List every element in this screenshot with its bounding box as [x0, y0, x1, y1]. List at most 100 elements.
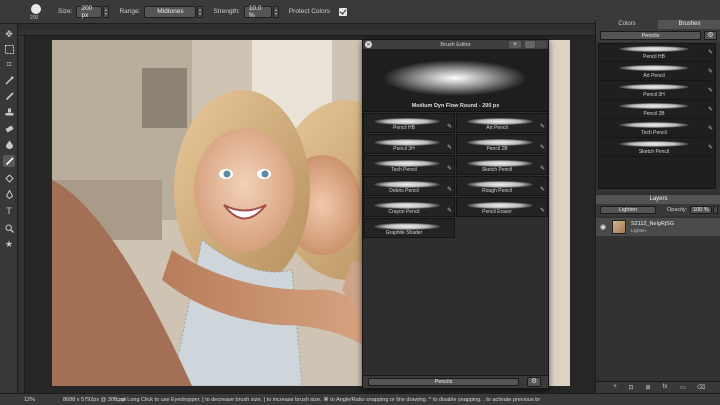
brush-tile-art-pencil[interactable]: Art Pencil ✎: [456, 113, 548, 133]
list-item[interactable]: Pencil 3H ✎: [599, 82, 715, 100]
layer-options: Lighten Opacity: 100 %: [596, 204, 720, 216]
top-ruler: [19, 30, 595, 36]
group-icon[interactable]: ⊡: [626, 384, 636, 391]
edit-pen-icon: ✎: [539, 187, 545, 193]
size-stepper[interactable]: [103, 5, 110, 18]
edit-pen-icon: ✎: [446, 166, 452, 172]
list-item[interactable]: Sketch Pencil ✎: [599, 139, 715, 157]
opacity-field[interactable]: 100 %: [690, 206, 712, 214]
edit-pen-icon: ✎: [446, 187, 452, 193]
brush-preview: Medium Dyn Flow Round - 200 px: [363, 50, 548, 112]
edit-pen-icon: ✎: [539, 145, 545, 151]
gear-icon[interactable]: ⚙: [527, 377, 541, 387]
mask-icon[interactable]: ⊞: [643, 384, 653, 391]
brush-tile-pencil-3h[interactable]: Pencil 3H ✎: [363, 134, 455, 154]
stamp-icon[interactable]: [3, 106, 15, 118]
list-item[interactable]: Pencil 2B ✎: [599, 101, 715, 119]
list-item[interactable]: Art Pencil ✎: [599, 63, 715, 81]
eraser-icon[interactable]: [3, 122, 15, 134]
list-view-icon[interactable]: [536, 41, 546, 48]
add-brush-button[interactable]: +: [509, 41, 521, 48]
brush-set-select[interactable]: Pencils: [368, 378, 519, 386]
layer-mode: Lighten: [631, 228, 646, 233]
brush-tile-pencil-2b[interactable]: Pencil 2B ✎: [456, 134, 548, 154]
edit-pen-icon: ✎: [707, 88, 713, 94]
close-icon[interactable]: ✕: [365, 41, 372, 48]
blur-icon[interactable]: [3, 138, 15, 150]
zoom-level[interactable]: 12%: [24, 397, 35, 403]
opacity-label: Opacity:: [667, 207, 688, 213]
range-stepper[interactable]: [197, 5, 204, 18]
brush-editor-panel: ✕ Brush Editor + Medium Dyn Flow Round -…: [362, 39, 549, 389]
brush-tile-pencil-hb[interactable]: Pencil HB ✎: [363, 113, 455, 133]
list-item[interactable]: Pencil HB ✎: [599, 44, 715, 62]
crop-icon[interactable]: ⌗: [3, 58, 15, 70]
move-icon[interactable]: ✥: [3, 28, 15, 40]
brush-grid: Pencil HB ✎ Art Pencil ✎ Pencil 3H ✎ Pencil…: [363, 113, 548, 238]
brush-tile-crayon-pencil[interactable]: Crayon Pencil ✎: [363, 197, 455, 217]
brush-editor-title: Brush Editor: [440, 41, 471, 48]
brush-preset-picker[interactable]: 200: [28, 3, 48, 21]
tab-layers[interactable]: Layers: [596, 195, 720, 204]
strength-stepper[interactable]: [272, 5, 279, 18]
brush-size-number: 200: [30, 14, 39, 21]
brush-tip-icon: [31, 3, 41, 14]
list-item[interactable]: Tech Pencil ✎: [599, 120, 715, 138]
brush-preset-bar: Pencils ⚙: [596, 29, 720, 42]
adjustment-icon[interactable]: ▭: [678, 384, 688, 391]
text-icon[interactable]: T: [3, 205, 15, 217]
tools-panel: ✥ ⌗ T ★: [0, 24, 18, 393]
edit-pen-icon: ✎: [707, 145, 713, 151]
eyedropper-icon[interactable]: [3, 74, 15, 86]
grid-view-icon[interactable]: [525, 41, 535, 48]
layer-row[interactable]: ◉ S2112_NelgRjSG Lighten: [596, 218, 720, 236]
blend-mode-select[interactable]: Lighten: [600, 206, 656, 214]
layer-thumbnail: [612, 220, 626, 234]
brush-tile-graphite-shader[interactable]: Graphite Shader: [363, 218, 455, 238]
edit-pen-icon: ✎: [539, 208, 545, 214]
layers-footer: + fx ⊡ ⊞ ▭ ⌫: [596, 381, 720, 393]
layer-name: S2112_NelgRjSG: [631, 221, 675, 227]
tab-brushes[interactable]: Brushes: [658, 20, 720, 29]
status-bar: 12% 8688 x 5792px @ 300 ppi ⌥ or Long Cl…: [0, 393, 720, 405]
edit-pen-icon: ✎: [707, 126, 713, 132]
sponge-brush-icon[interactable]: [3, 155, 15, 167]
pen-icon[interactable]: [3, 188, 15, 200]
brush-tile-rough-pencil[interactable]: Rough Pencil ✎: [456, 176, 548, 196]
layers-header: Layers: [596, 195, 720, 204]
strength-field[interactable]: 10.0 %: [243, 5, 272, 19]
edit-pen-icon: ✎: [707, 69, 713, 75]
protect-colors-checkbox[interactable]: [339, 7, 347, 16]
opacity-stepper[interactable]: [713, 206, 718, 214]
brush-tile-tech-pencil[interactable]: Tech Pencil ✎: [363, 155, 455, 175]
brush-editor-titlebar[interactable]: ✕ Brush Editor +: [363, 40, 548, 50]
fx-icon[interactable]: fx: [660, 384, 670, 390]
edit-pen-icon: ✎: [707, 50, 713, 56]
size-field[interactable]: 200 px: [76, 5, 103, 19]
brush-set-select[interactable]: Pencils: [600, 31, 701, 40]
delete-layer-icon[interactable]: ⌫: [696, 384, 706, 391]
brush-editor-footer: Pencils ⚙: [363, 375, 548, 388]
brush-tile-debris-pencil[interactable]: Debris Pencil ✎: [363, 176, 455, 196]
right-panel: Colors Brushes Pencils ⚙ Pencil HB ✎ Art …: [595, 20, 720, 393]
edit-pen-icon: ✎: [446, 124, 452, 130]
edit-pen-icon: ✎: [539, 166, 545, 172]
edit-pen-icon: ✎: [539, 124, 545, 130]
dodge-icon[interactable]: [3, 172, 15, 184]
brush-tile-sketch-pencil[interactable]: Sketch Pencil ✎: [456, 155, 548, 175]
brush-list: Pencil HB ✎ Art Pencil ✎ Pencil 3H ✎ Pencil…: [598, 43, 716, 189]
eye-icon[interactable]: ◉: [600, 223, 606, 231]
gear-icon[interactable]: ⚙: [704, 31, 717, 40]
range-select[interactable]: Midtones: [144, 5, 197, 18]
brush-icon[interactable]: [3, 90, 15, 102]
tab-colors[interactable]: Colors: [596, 20, 658, 29]
marquee-icon[interactable]: [3, 43, 15, 55]
edit-pen-icon: ✎: [707, 107, 713, 113]
left-ruler: [19, 36, 25, 393]
zoom-icon[interactable]: [3, 222, 15, 234]
add-layer-icon[interactable]: +: [610, 384, 620, 390]
brush-tile-pencil-eraser[interactable]: Pencil Eraser ✎: [456, 197, 548, 217]
size-label: Size:: [58, 8, 73, 15]
brush-preview-name: Medium Dyn Flow Round - 200 px: [411, 103, 500, 109]
star-icon[interactable]: ★: [3, 238, 15, 250]
